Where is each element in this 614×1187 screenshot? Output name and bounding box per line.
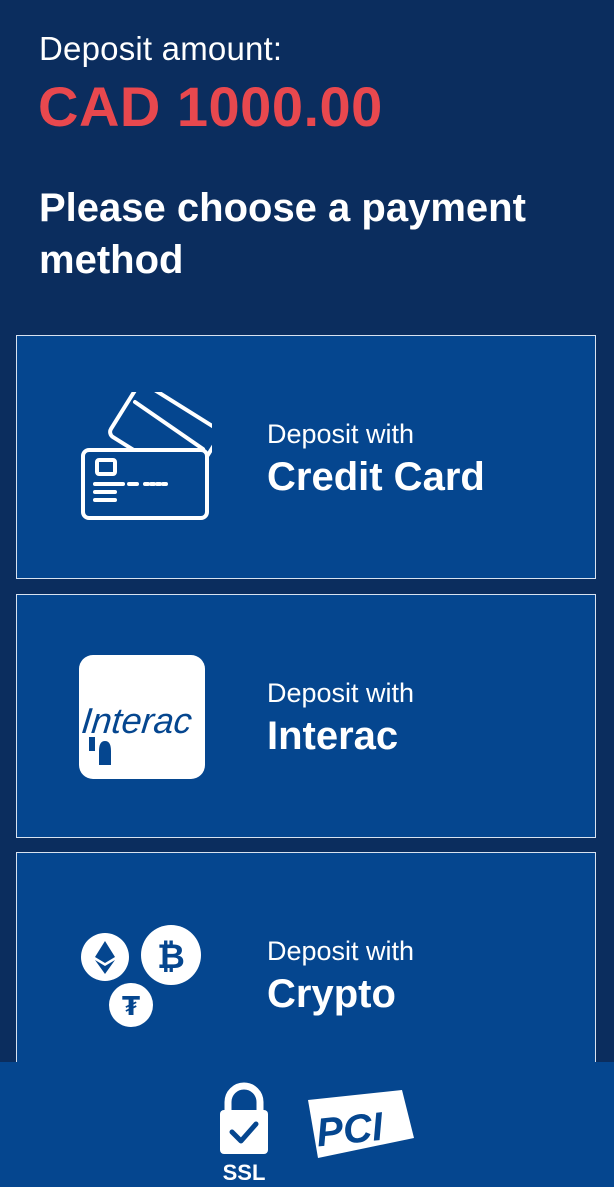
page-title: Please choose a payment method <box>39 186 526 282</box>
payment-method-page: Deposit amount: CAD 1000.00 Please choos… <box>0 0 614 1187</box>
security-footer: SSL PCI <box>0 1062 614 1187</box>
svg-text:₮: ₮ <box>122 992 140 1022</box>
credit-card-icon <box>77 381 222 524</box>
interac-logo: Interac <box>77 653 212 785</box>
method-title: Credit Card <box>267 455 485 499</box>
interac-option[interactable]: Interac Deposit with Interac <box>16 594 596 838</box>
method-title: Interac <box>267 714 399 758</box>
ssl-lock-icon: SSL <box>214 1076 274 1186</box>
pci-logo: PCI <box>302 1086 420 1162</box>
method-sublabel: Deposit with <box>267 678 415 708</box>
method-sublabel: Deposit with <box>267 936 415 966</box>
crypto-option[interactable]: ₿ ₮ Deposit with Crypto <box>16 852 596 1096</box>
method-sublabel: Deposit with <box>267 419 415 449</box>
svg-text:PCI: PCI <box>314 1105 386 1156</box>
method-title: Crypto <box>267 972 396 1016</box>
credit-card-option[interactable]: Deposit with Credit Card <box>16 335 596 579</box>
credit-card-label: Deposit with Credit Card <box>267 418 485 502</box>
crypto-label: Deposit with Crypto <box>267 935 414 1019</box>
svg-text:Interac: Interac <box>80 700 194 741</box>
deposit-amount-value: CAD 1000.00 <box>38 75 383 138</box>
svg-text:₿: ₿ <box>157 937 185 977</box>
interac-label: Deposit with Interac <box>267 677 414 761</box>
deposit-amount-label: Deposit amount: <box>39 30 283 67</box>
crypto-icon: ₿ ₮ <box>77 917 212 1049</box>
ssl-label: SSL <box>223 1160 266 1185</box>
